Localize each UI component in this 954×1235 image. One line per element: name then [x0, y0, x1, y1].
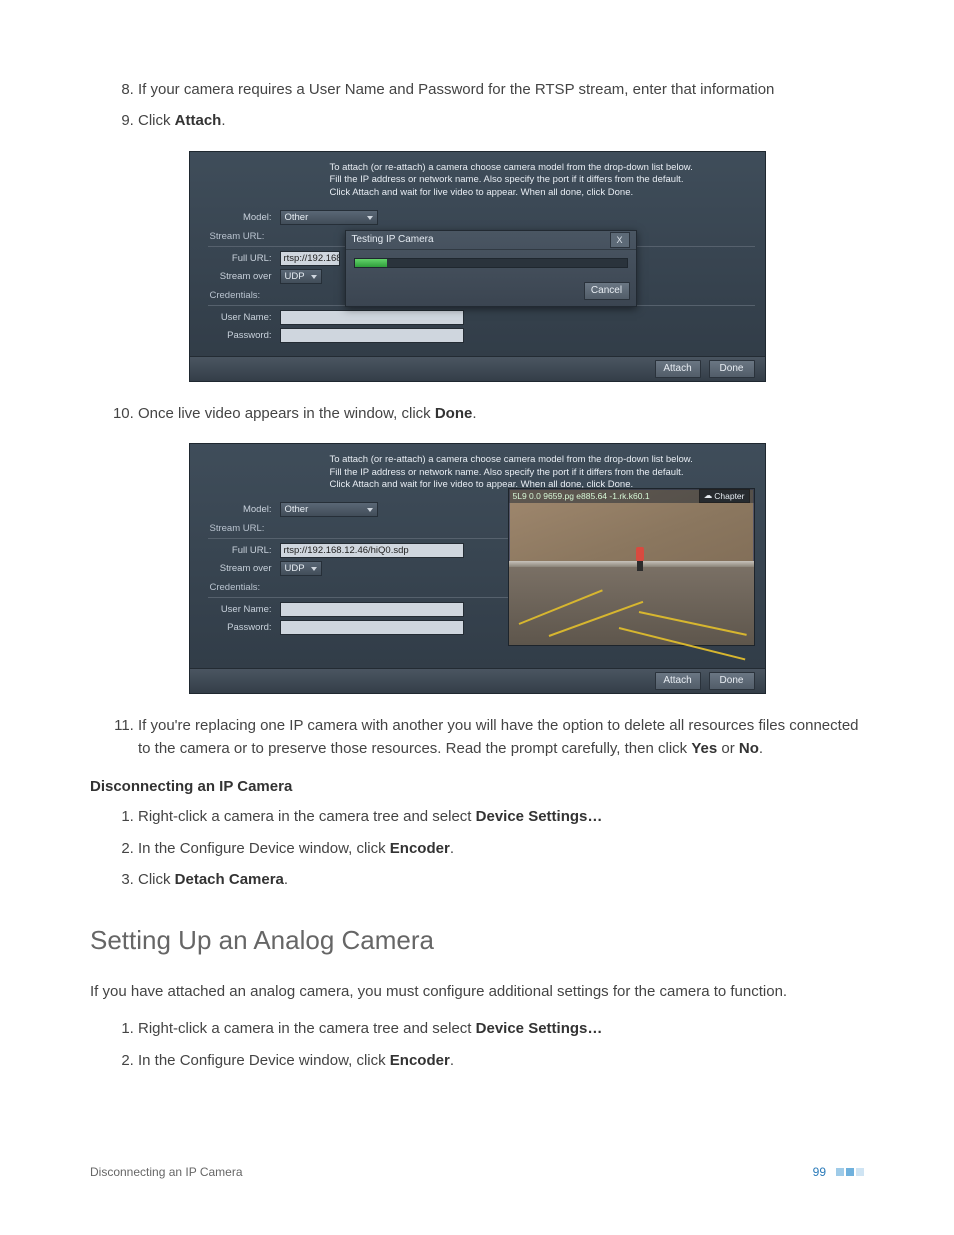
analog-step-1: Right-click a camera in the camera tree … — [138, 1017, 864, 1040]
person-figure — [635, 547, 645, 573]
user-label: User Name: — [200, 604, 280, 615]
pass-label: Password: — [200, 622, 280, 633]
testing-ip-camera-dialog: Testing IP Camera X Cancel — [345, 230, 637, 307]
model-label: Model: — [200, 504, 280, 515]
live-video-pane: 5L9 0.0 9659.pg e885.64 -1.rk.k60.1 ☁ Ch… — [508, 488, 755, 646]
analog-intro: If you have attached an analog camera, y… — [90, 980, 864, 1003]
done-button[interactable]: Done — [709, 672, 755, 690]
dialog-footer: Attach Done — [190, 668, 765, 693]
attach-camera-dialog-live: To attach (or re-attach) a camera choose… — [189, 443, 766, 694]
ordered-steps-a: If your camera requires a User Name and … — [90, 78, 864, 133]
user-input[interactable] — [280, 602, 464, 617]
done-button[interactable]: Done — [709, 360, 755, 378]
disconnect-step-3: Click Detach Camera. — [138, 868, 864, 891]
step-10: Once live video appears in the window, c… — [138, 402, 864, 425]
model-select[interactable]: Other — [280, 210, 378, 225]
full-url-label: Full URL: — [200, 253, 280, 264]
cloud-icon: ☁ — [704, 490, 713, 501]
step-8: If your camera requires a User Name and … — [138, 78, 864, 101]
user-input[interactable] — [280, 310, 464, 325]
analog-heading: Setting Up an Analog Camera — [90, 925, 864, 956]
ordered-steps-b: Once live video appears in the window, c… — [90, 402, 864, 425]
disconnect-step-2: In the Configure Device window, click En… — [138, 837, 864, 860]
model-label: Model: — [200, 212, 280, 223]
model-select[interactable]: Other — [280, 502, 378, 517]
overlay-text: 5L9 0.0 9659.pg e885.64 -1.rk.k60.1 — [513, 491, 650, 501]
dialog-footer: Attach Done — [190, 356, 765, 381]
pass-label: Password: — [200, 330, 280, 341]
step-9: Click Attach. — [138, 109, 864, 132]
close-icon: X — [616, 235, 622, 245]
page-number: 99 — [813, 1165, 826, 1179]
full-url-input[interactable]: rtsp://192.168.12.46/hiQ0.sdp — [280, 543, 464, 558]
analog-steps: Right-click a camera in the camera tree … — [90, 1017, 864, 1072]
dialog-instructions: To attach (or re-attach) a camera choose… — [330, 162, 755, 200]
attach-camera-dialog-testing: To attach (or re-attach) a camera choose… — [189, 151, 766, 382]
dialog-instructions: To attach (or re-attach) a camera choose… — [330, 454, 755, 492]
stream-over-label: Stream over — [200, 563, 280, 574]
attach-button[interactable]: Attach — [655, 672, 701, 690]
ordered-steps-c: If you're replacing one IP camera with a… — [90, 714, 864, 761]
stream-over-select[interactable]: UDP — [280, 561, 322, 576]
progress-bar — [354, 258, 628, 268]
disconnecting-heading: Disconnecting an IP Camera — [90, 778, 864, 795]
stream-over-select[interactable]: UDP — [280, 269, 322, 284]
page-footer: Disconnecting an IP Camera 99 — [90, 1165, 864, 1179]
dialog-title: Testing IP Camera — [352, 234, 434, 245]
analog-step-2: In the Configure Device window, click En… — [138, 1049, 864, 1072]
cancel-button[interactable]: Cancel — [584, 282, 630, 300]
pass-input[interactable] — [280, 620, 464, 635]
footer-logo-icon — [836, 1168, 864, 1176]
attach-button[interactable]: Attach — [655, 360, 701, 378]
stream-over-label: Stream over — [200, 271, 280, 282]
full-url-label: Full URL: — [200, 545, 280, 556]
pass-input[interactable] — [280, 328, 464, 343]
close-button[interactable]: X — [610, 232, 630, 248]
user-label: User Name: — [200, 312, 280, 323]
full-url-input[interactable]: rtsp://192.168.12 — [280, 251, 340, 266]
step-11: If you're replacing one IP camera with a… — [138, 714, 864, 761]
footer-section-name: Disconnecting an IP Camera — [90, 1165, 243, 1179]
chapter-button[interactable]: ☁ Chapter — [699, 489, 750, 503]
disconnect-steps: Right-click a camera in the camera tree … — [90, 805, 864, 891]
disconnect-step-1: Right-click a camera in the camera tree … — [138, 805, 864, 828]
